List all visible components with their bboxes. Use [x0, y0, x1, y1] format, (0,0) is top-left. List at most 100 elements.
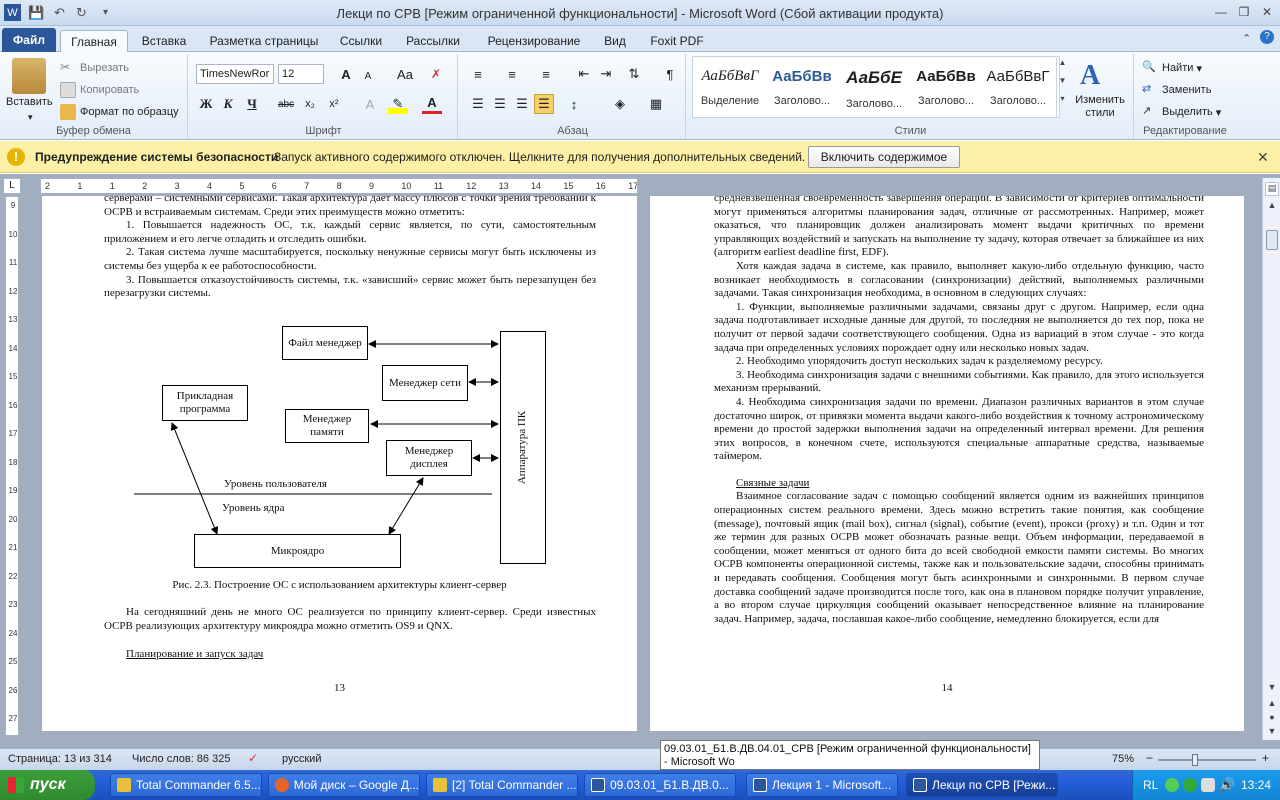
- close-button[interactable]: ✕: [1256, 2, 1278, 22]
- borders-icon[interactable]: ▦: [646, 94, 666, 114]
- security-warning-message[interactable]: Запуск активного содержимого отключен. Щ…: [274, 150, 805, 164]
- font-size-input[interactable]: 12: [278, 64, 324, 84]
- font-name-input[interactable]: TimesNewRor: [196, 64, 274, 84]
- spelling-check-icon[interactable]: ✓: [248, 751, 258, 765]
- underline-button[interactable]: Ч: [242, 94, 262, 114]
- paste-button[interactable]: Вставить: [6, 96, 53, 108]
- security-warning-bar[interactable]: ! Предупреждение системы безопасности За…: [0, 141, 1280, 173]
- change-case-button[interactable]: Aa: [392, 64, 418, 84]
- tab-insert[interactable]: Вставка: [136, 30, 192, 52]
- find-button[interactable]: 🔍 Найти ▾: [1142, 60, 1202, 76]
- shrink-font-button[interactable]: A: [358, 66, 378, 86]
- word-count-status[interactable]: Число слов: 86 325: [132, 753, 230, 765]
- align-right-icon[interactable]: ☰: [512, 94, 532, 114]
- change-styles-button[interactable]: Изменить стили: [1070, 94, 1130, 120]
- show-marks-icon[interactable]: ¶: [660, 64, 680, 84]
- zoom-slider-thumb[interactable]: [1192, 754, 1198, 766]
- styles-scroll-icon[interactable]: ▲ ▼ ▾: [1056, 58, 1068, 118]
- align-left-icon[interactable]: ☰: [468, 94, 488, 114]
- vertical-ruler[interactable]: 9 10 11 12 13 14 15 16 17 18 19 20 21 22 23 24 25 26 27: [5, 196, 19, 736]
- zoom-slider[interactable]: [1158, 759, 1256, 761]
- strikethrough-button[interactable]: abc: [274, 94, 298, 114]
- shading-icon[interactable]: ◈: [610, 94, 630, 114]
- taskbar-item-total-commander[interactable]: Total Commander 6.5...: [110, 773, 262, 797]
- taskbar-item-total-commander-2[interactable]: [2] Total Commander ...: [426, 773, 578, 797]
- page-13[interactable]: серверами – системными сервисами. Такая …: [42, 196, 637, 731]
- tab-references[interactable]: Ссылки: [334, 30, 388, 52]
- style-emphasis[interactable]: АаБбВвГ Выделение: [694, 58, 766, 118]
- next-page-icon[interactable]: ▼: [1265, 726, 1279, 740]
- tab-page-layout[interactable]: Разметка страницы: [202, 30, 326, 52]
- page-count-status[interactable]: Страница: 13 из 314: [8, 753, 112, 765]
- superscript-button[interactable]: x²: [324, 94, 344, 114]
- text-effects-icon[interactable]: A: [360, 94, 380, 114]
- language-indicator[interactable]: RL: [1143, 778, 1158, 792]
- browse-object-icon[interactable]: ●: [1265, 712, 1279, 726]
- scroll-up-icon[interactable]: ▲: [1265, 200, 1279, 214]
- tab-home[interactable]: Главная: [60, 30, 128, 53]
- align-center-icon[interactable]: ☰: [490, 94, 510, 114]
- tray-icon-3[interactable]: [1201, 778, 1215, 792]
- page-14[interactable]: средневзвешенная своевременность заверше…: [650, 196, 1244, 731]
- bold-button[interactable]: Ж: [196, 94, 216, 114]
- tab-foxit-pdf[interactable]: Foxit PDF: [642, 30, 712, 52]
- paste-icon[interactable]: [12, 58, 46, 94]
- style-heading-4[interactable]: АаБбВвГ Заголово...: [982, 58, 1054, 118]
- numbering-icon[interactable]: ≡: [502, 64, 522, 84]
- justify-icon[interactable]: ☰: [534, 94, 554, 114]
- zoom-level[interactable]: 75%: [1112, 753, 1134, 765]
- tray-icon-2[interactable]: [1183, 778, 1197, 792]
- clear-format-icon[interactable]: ✗: [426, 64, 446, 84]
- subscript-button[interactable]: x₂: [300, 94, 320, 114]
- minimize-button[interactable]: —: [1210, 2, 1232, 22]
- tab-view[interactable]: Вид: [598, 30, 632, 52]
- ruler-toggle-icon[interactable]: ▤: [1265, 182, 1279, 196]
- cut-button[interactable]: ✂ Вырезать: [60, 60, 129, 76]
- italic-button[interactable]: К: [218, 94, 238, 114]
- tab-review[interactable]: Рецензирование: [478, 30, 590, 52]
- decrease-indent-icon[interactable]: ⇤: [574, 64, 594, 84]
- zoom-out-icon[interactable]: −: [1146, 751, 1153, 765]
- vertical-scrollbar[interactable]: ▤ ▲ ▼ ▲ ● ▼: [1262, 178, 1280, 740]
- tray-icon-1[interactable]: [1165, 778, 1179, 792]
- sort-icon[interactable]: ⇅: [624, 64, 644, 84]
- horizontal-ruler[interactable]: 21123456789101112131415161718: [40, 178, 638, 194]
- maximize-button[interactable]: ❐: [1233, 2, 1255, 22]
- enable-content-button[interactable]: Включить содержимое: [808, 146, 960, 168]
- tab-mailings[interactable]: Рассылки: [398, 30, 468, 52]
- copy-button[interactable]: Копировать: [60, 82, 139, 98]
- taskbar-item-word-lectures-srv[interactable]: Лекци по СРВ [Режи...: [906, 773, 1058, 797]
- start-button[interactable]: пуск: [0, 770, 95, 800]
- scroll-down-icon[interactable]: ▼: [1265, 682, 1279, 696]
- change-styles-icon[interactable]: A: [1080, 60, 1110, 91]
- style-heading-1[interactable]: АаБбВв Заголово...: [766, 58, 838, 118]
- bullets-icon[interactable]: ≡: [468, 64, 488, 84]
- tab-selector[interactable]: L: [3, 178, 21, 194]
- help-icon[interactable]: ?: [1260, 30, 1274, 44]
- close-security-bar-icon[interactable]: ✕: [1257, 149, 1269, 166]
- ruler-tick: 5: [239, 181, 245, 191]
- increase-indent-icon[interactable]: ⇥: [596, 64, 616, 84]
- scroll-thumb[interactable]: [1266, 230, 1278, 250]
- multilevel-list-icon[interactable]: ≡: [536, 64, 556, 84]
- volume-icon[interactable]: 🔊: [1219, 777, 1235, 793]
- grow-font-button[interactable]: A: [336, 64, 356, 84]
- zoom-in-icon[interactable]: +: [1262, 751, 1269, 765]
- taskbar-item-google-drive[interactable]: Мой диск – Google Д...: [268, 773, 420, 797]
- paste-dropdown-icon[interactable]: ▾: [28, 112, 33, 123]
- language-status[interactable]: русский: [282, 753, 321, 765]
- style-heading-3[interactable]: АаБбВв Заголово...: [910, 58, 982, 118]
- select-button[interactable]: ↗ Выделить ▾: [1142, 104, 1221, 120]
- replace-button[interactable]: ⇄ Заменить: [1142, 82, 1211, 98]
- clock[interactable]: 13:24: [1241, 778, 1271, 792]
- taskbar-item-word-lecture-1[interactable]: Лекция 1 - Microsoft...: [746, 773, 898, 797]
- line-spacing-icon[interactable]: ↕: [564, 94, 584, 114]
- style-heading-2[interactable]: АаБбЕ Заголово...: [838, 58, 910, 118]
- minimize-ribbon-icon[interactable]: ⌃: [1242, 32, 1251, 45]
- font-color-button[interactable]: A: [422, 94, 442, 114]
- taskbar-item-word-srv[interactable]: 09.03.01_Б1.В.ДВ.0...: [584, 773, 736, 797]
- format-painter-button[interactable]: Формат по образцу: [60, 104, 179, 120]
- highlight-icon[interactable]: ✎: [388, 94, 408, 114]
- previous-page-icon[interactable]: ▲: [1265, 698, 1279, 712]
- tab-file[interactable]: Файл: [2, 28, 56, 52]
